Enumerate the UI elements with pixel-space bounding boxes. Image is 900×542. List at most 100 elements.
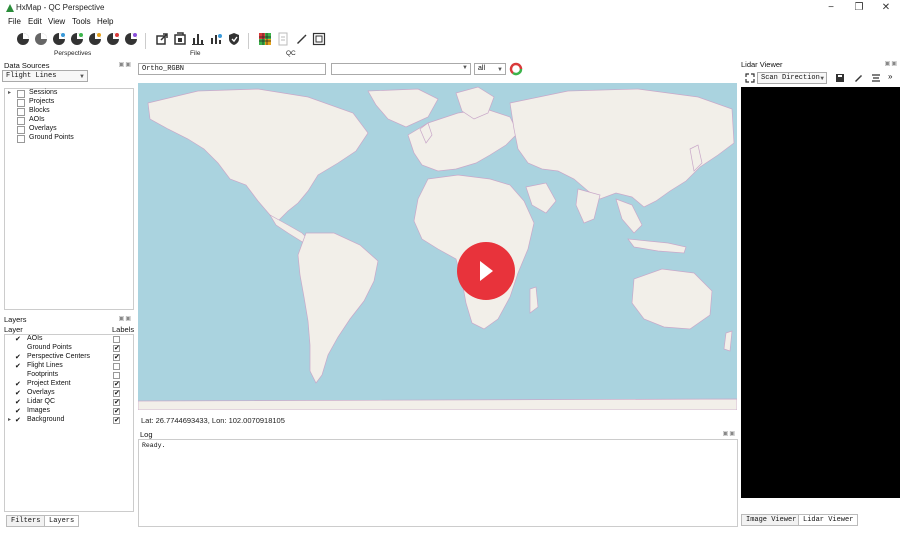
measure-icon[interactable] [871,73,881,83]
tab-layers[interactable]: Layers [44,515,80,527]
layers-col-layer[interactable]: Layer [4,325,23,334]
layer-row-footprints[interactable]: Footprints [5,371,133,380]
menu-edit[interactable]: Edit [28,17,42,26]
ortho-layer-field[interactable]: Ortho_RGBN [138,63,326,75]
expand-arrow-icon[interactable]: ▸ [8,416,11,423]
tree-item-blocks[interactable]: Blocks [5,107,133,116]
tab-filters[interactable]: Filters [6,515,46,527]
visible-checkbox[interactable]: ✔ [15,363,22,370]
refresh-icon[interactable] [509,62,523,76]
visible-checkbox[interactable]: ✔ [15,399,22,406]
log-panel[interactable]: Ready. [138,439,738,527]
close-button[interactable]: ✕ [872,1,900,15]
label-checkbox[interactable] [113,372,120,379]
layer-row-aois[interactable]: ✔ AOIs [5,335,133,344]
menu-view[interactable]: View [48,17,65,26]
chart-stats-icon[interactable] [209,32,223,46]
visible-checkbox[interactable]: ✔ [15,408,22,415]
pen-icon[interactable] [294,32,308,46]
checkbox[interactable] [17,99,25,107]
qc-document-icon[interactable] [276,32,290,46]
layer-row-images[interactable]: ✔ Images ✔ [5,407,133,416]
menu-file[interactable]: File [8,17,21,26]
panel-dock-controls-icon[interactable]: ▣▣ [885,60,898,67]
visible-checkbox[interactable]: ✔ [15,390,22,397]
minimize-button[interactable]: − [817,1,845,15]
perspective-1-icon[interactable] [16,32,30,46]
perspective-2-icon[interactable] [34,32,48,46]
more-tools-icon[interactable]: » [888,72,892,81]
tab-image-viewer[interactable]: Image Viewer [741,514,802,526]
checkbox[interactable] [17,135,25,143]
toolbar: Perspectives File QC [0,29,900,60]
image-window-icon[interactable] [312,32,326,46]
visible-checkbox[interactable]: ✔ [15,381,22,388]
label-checkbox[interactable] [113,336,120,343]
perspective-7-icon[interactable] [124,32,138,46]
tree-item-sessions[interactable]: ▸ Sessions [5,89,133,98]
visible-checkbox[interactable]: ✔ [15,354,22,361]
visible-checkbox[interactable]: ✔ [15,417,22,424]
lidar-viewport[interactable] [741,87,900,498]
label-checkbox[interactable]: ✔ [113,381,120,388]
label-checkbox[interactable]: ✔ [113,354,120,361]
shield-icon[interactable] [227,32,241,46]
layer-row-overlays[interactable]: ✔ Overlays ✔ [5,389,133,398]
menu-tools[interactable]: Tools [72,17,91,26]
visible-checkbox[interactable] [15,345,22,352]
label-checkbox[interactable] [113,363,120,370]
layer-name: Overlays [27,389,55,396]
chart-icon[interactable] [191,32,205,46]
label-checkbox[interactable]: ✔ [113,417,120,424]
layer-row-background[interactable]: ▸ ✔ Background ✔ [5,416,133,425]
play-button[interactable] [457,242,515,300]
tree-item-projects[interactable]: Projects [5,98,133,107]
layer-select[interactable]: ▼ [331,63,471,75]
label-checkbox[interactable]: ✔ [113,408,120,415]
tree-item-aois[interactable]: AOIs [5,116,133,125]
perspective-5-icon[interactable] [88,32,102,46]
panel-dock-controls-icon[interactable]: ▣▣ [723,430,736,437]
layer-row-flight-lines[interactable]: ✔ Flight Lines [5,362,133,371]
export-icon[interactable] [155,32,169,46]
checkbox[interactable] [17,108,25,116]
checkbox[interactable] [17,117,25,125]
layer-row-lidar-qc[interactable]: ✔ Lidar QC ✔ [5,398,133,407]
tree-item-overlays[interactable]: Overlays [5,125,133,134]
label-checkbox[interactable]: ✔ [113,390,120,397]
layer-row-ground-points[interactable]: Ground Points ✔ [5,344,133,353]
label-checkbox[interactable]: ✔ [113,345,120,352]
save-icon[interactable] [835,73,845,83]
visible-checkbox[interactable] [15,372,22,379]
layer-row-perspective-centers[interactable]: ✔ Perspective Centers ✔ [5,353,133,362]
menu-help[interactable]: Help [97,17,113,26]
panel-dock-controls-icon[interactable]: ▣▣ [119,61,132,68]
perspective-4-icon[interactable] [70,32,84,46]
scan-direction-select[interactable]: Scan Direction ▼ [757,72,827,84]
qc-grid-icon[interactable] [258,32,272,46]
perspective-6-icon[interactable] [106,32,120,46]
tree-item-ground-points[interactable]: Ground Points [5,134,133,143]
data-sources-combo[interactable]: Flight Lines ▼ [2,70,88,82]
map-view[interactable] [138,83,737,410]
restore-button[interactable]: ❐ [845,1,873,15]
checkbox[interactable] [17,90,25,98]
tab-lidar-viewer[interactable]: Lidar Viewer [798,514,859,526]
filter-select[interactable]: all ▼ [474,63,506,75]
checkbox[interactable] [17,126,25,134]
ortho-layer-value: Ortho_RGBN [142,65,185,73]
filter-select-value: all [478,65,486,72]
layer-name: AOIs [27,335,43,342]
layer-row-project-extent[interactable]: ✔ Project Extent ✔ [5,380,133,389]
pen-icon[interactable] [853,73,863,83]
fit-view-icon[interactable] [745,73,755,83]
layers-col-labels[interactable]: Labels [112,325,134,334]
visible-checkbox[interactable]: ✔ [15,336,22,343]
import-icon[interactable] [173,32,187,46]
perspective-3-icon[interactable] [52,32,66,46]
panel-dock-controls-icon[interactable]: ▣▣ [119,315,132,322]
tree-item-label: Overlays [29,125,57,132]
label-checkbox[interactable]: ✔ [113,399,120,406]
expand-arrow-icon[interactable]: ▸ [8,89,11,96]
chevron-down-icon: ▼ [820,75,824,82]
